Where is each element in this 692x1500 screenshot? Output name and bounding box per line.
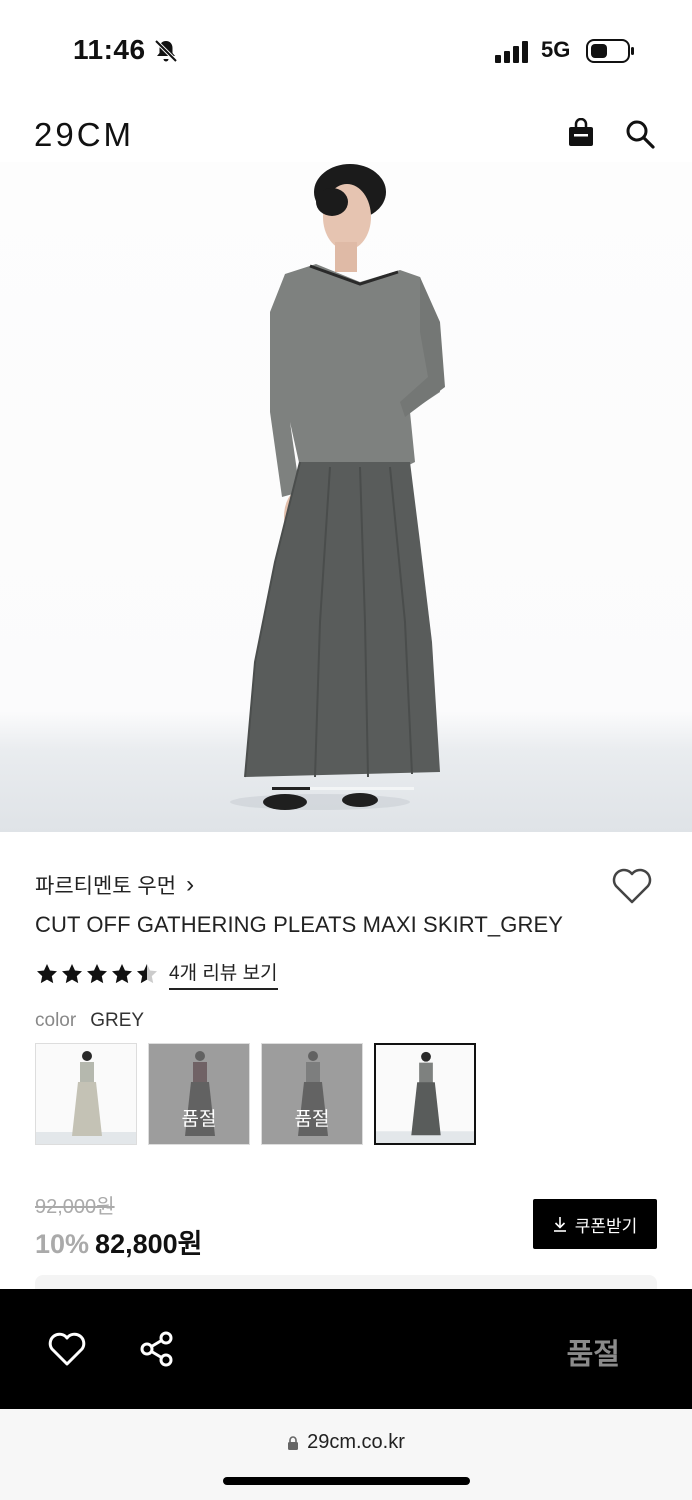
coupon-button[interactable]: 쿠폰받기 [533, 1199, 657, 1249]
color-swatches: 품절 품절 [35, 1043, 476, 1145]
url-text: 29cm.co.kr [307, 1431, 405, 1453]
brand-link[interactable]: 파르티멘토 우먼 › [35, 870, 194, 900]
url-field[interactable]: 29cm.co.kr [0, 1431, 692, 1454]
site-logo[interactable]: 29CM [34, 116, 134, 154]
coupon-label: 쿠폰받기 [574, 1216, 638, 1236]
star-icon [37, 964, 57, 984]
browser-url-bar: 29cm.co.kr [0, 1409, 692, 1500]
bottom-action-bar: 품절 [0, 1289, 692, 1409]
share-icon[interactable] [139, 1331, 175, 1367]
color-label: color [35, 1010, 77, 1031]
color-swatch-burgundy[interactable]: 품절 [148, 1043, 250, 1145]
site-header: 29CM [0, 100, 692, 162]
heart-icon[interactable] [610, 866, 654, 906]
half-star-icon [137, 964, 157, 984]
model-illustration [230, 164, 445, 810]
color-swatch-charcoal[interactable]: 품절 [261, 1043, 363, 1145]
star-icon [62, 964, 82, 984]
signal-icon [495, 41, 528, 63]
color-value: GREY [90, 1010, 145, 1031]
shopping-bag-icon[interactable] [566, 118, 596, 148]
status-bar: 11:46 5G [0, 0, 692, 100]
bell-muted-icon [154, 39, 178, 63]
original-price: 92,000원 [35, 1196, 115, 1218]
network-type: 5G [541, 37, 571, 62]
review-link[interactable]: 4개 리뷰 보기 [169, 958, 278, 990]
rating-stars [35, 962, 159, 986]
sale-price: 82,800원 [95, 1229, 203, 1259]
carousel-indicator [272, 787, 414, 790]
lock-icon [288, 1435, 299, 1450]
status-time: 11:46 [73, 34, 146, 65]
product-hero-image[interactable] [0, 162, 692, 832]
product-rating: 4개 리뷰 보기 [35, 958, 278, 990]
discount-rate: 10% [35, 1229, 90, 1259]
product-title: CUT OFF GATHERING PLEATS MAXI SKIRT_GREY [35, 912, 564, 937]
soldout-label: 품절 [294, 1109, 330, 1130]
color-swatch-beige[interactable] [35, 1043, 137, 1145]
color-swatch-grey[interactable] [374, 1043, 476, 1145]
color-selector-label: color GREY [35, 1010, 144, 1032]
star-icon [87, 964, 107, 984]
soldout-button[interactable]: 품절 [567, 1331, 620, 1373]
download-icon [553, 1217, 566, 1232]
home-indicator[interactable] [223, 1477, 470, 1485]
heart-icon[interactable] [47, 1331, 87, 1367]
star-icon [112, 964, 132, 984]
chevron-right-icon: › [186, 871, 195, 898]
search-icon[interactable] [624, 118, 656, 150]
brand-name: 파르티멘토 우먼 [35, 875, 177, 898]
battery-icon [586, 39, 634, 63]
soldout-label: 품절 [181, 1109, 217, 1130]
price-row: 10% 82,800원 [35, 1222, 202, 1261]
